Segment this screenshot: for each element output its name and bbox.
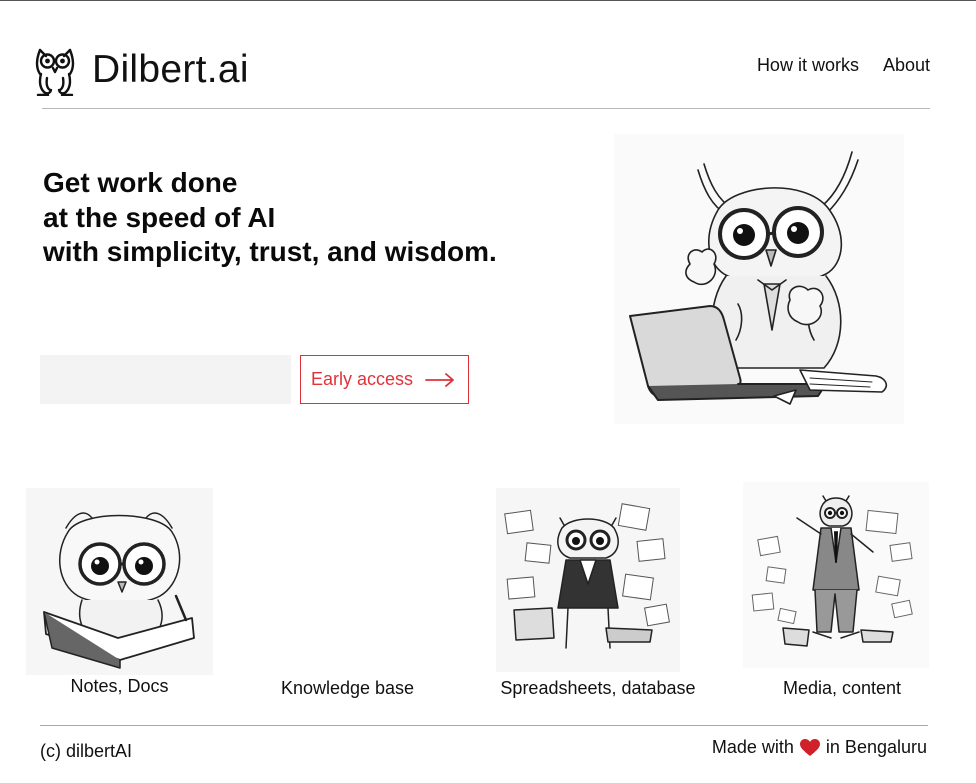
early-access-button[interactable]: Early access bbox=[300, 355, 469, 404]
owl-icon bbox=[35, 48, 75, 96]
made-with-suffix: in Bengaluru bbox=[825, 737, 927, 757]
feature-label-spreadsheets-database: Spreadsheets, database bbox=[500, 678, 696, 698]
spreadsheets-owl-illustration bbox=[496, 488, 680, 672]
knowledge-base-image bbox=[254, 490, 441, 677]
top-nav: How it works About bbox=[757, 55, 930, 76]
heart-icon bbox=[799, 738, 820, 756]
arrow-right-icon bbox=[425, 372, 454, 387]
hero-line-3: with simplicity, trust, and wisdom. bbox=[43, 236, 497, 267]
top-border bbox=[0, 0, 976, 1]
footer-divider bbox=[40, 725, 928, 726]
nav-link-about[interactable]: About bbox=[883, 55, 930, 76]
brand-name: Dilbert.ai bbox=[92, 48, 249, 91]
feature-label-knowledge-base: Knowledge base bbox=[280, 678, 415, 698]
hero-headline: Get work done at the speed of AI with si… bbox=[43, 166, 497, 270]
media-owl-illustration bbox=[743, 482, 929, 668]
header-divider bbox=[42, 108, 930, 109]
nav-link-how-it-works[interactable]: How it works bbox=[757, 55, 859, 76]
brand-logo[interactable]: Dilbert.ai bbox=[34, 44, 249, 96]
hero-line-1: Get work done bbox=[43, 167, 238, 198]
early-access-label: Early access bbox=[311, 369, 414, 389]
made-with-love: Made with in Bengaluru bbox=[712, 737, 927, 758]
made-with-prefix: Made with bbox=[711, 737, 794, 757]
feature-label-notes-docs: Notes, Docs bbox=[70, 676, 169, 696]
copyright-text: (c) dilbertAI bbox=[40, 741, 133, 761]
email-input[interactable] bbox=[40, 355, 291, 404]
hero-owl-laptop-illustration bbox=[614, 134, 904, 424]
notes-owl-illustration bbox=[26, 488, 213, 675]
feature-label-media-content: Media, content bbox=[782, 678, 902, 698]
hero-line-2: at the speed of AI bbox=[43, 201, 276, 233]
